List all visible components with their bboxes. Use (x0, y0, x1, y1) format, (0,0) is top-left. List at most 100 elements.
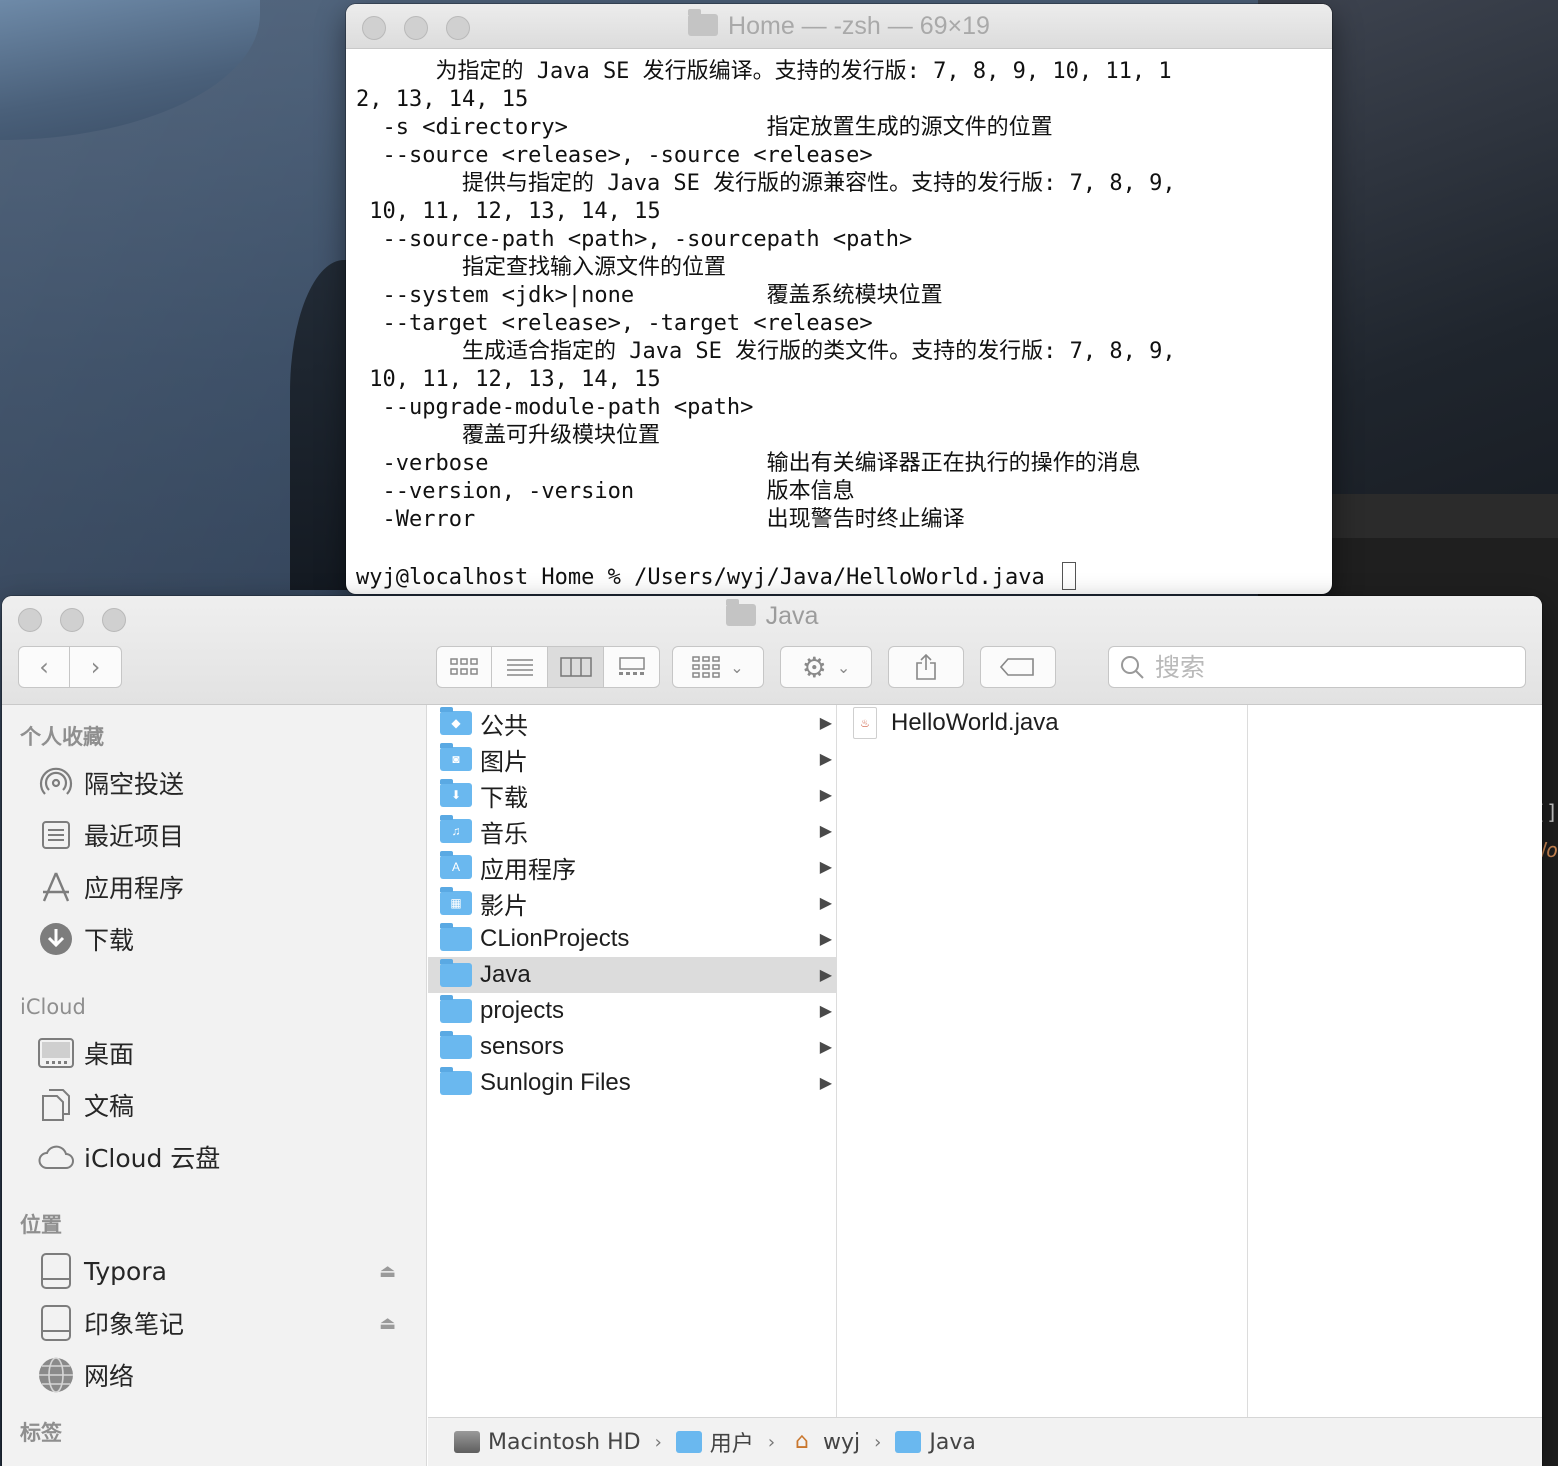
folder-row[interactable]: Sunlogin Files ▶ (428, 1065, 836, 1101)
java-file-icon: ♨ (853, 707, 877, 739)
chevron-down-icon: ⌄ (836, 657, 851, 677)
terminal-output[interactable]: 为指定的 Java SE 发行版编译。支持的发行版: 7, 8, 9, 10, … (356, 58, 1322, 594)
folder-icon (725, 599, 756, 626)
disclosure-arrow-icon: ▶ (819, 787, 832, 804)
desktop-icon (38, 1035, 74, 1071)
share-icon (916, 654, 936, 680)
gallery-view-button[interactable] (604, 646, 660, 688)
terminal-titlebar[interactable]: Home — -zsh — 69×19 (346, 4, 1332, 49)
folder-row[interactable]: ▦ 影片 ▶ (428, 885, 836, 921)
sidebar-item-desktop[interactable]: 桌面 (2, 1027, 426, 1079)
folder-row[interactable]: ⬇ 下载 ▶ (428, 777, 836, 813)
group-grid-icon (692, 656, 721, 678)
cloud-icon (38, 1139, 74, 1175)
disclosure-arrow-icon: ▶ (819, 967, 832, 984)
applications-icon (38, 869, 74, 905)
sidebar-item-icloud-drive[interactable]: iCloud 云盘 (2, 1131, 426, 1183)
folder-icon (440, 1067, 472, 1095)
search-field[interactable] (1108, 646, 1526, 688)
folder-row[interactable]: Java ▶ (428, 957, 836, 993)
file-row[interactable]: ♨ HelloWorld.java (837, 705, 1247, 741)
finder-title: Java (2, 599, 1542, 631)
wallpaper-island (290, 260, 350, 590)
folder-row[interactable]: projects ▶ (428, 993, 836, 1029)
share-button[interactable] (888, 646, 964, 688)
folder-row[interactable]: CLionProjects ▶ (428, 921, 836, 957)
home-icon: ⌂ (795, 1429, 809, 1454)
folder-icon (440, 1031, 472, 1059)
path-item-users[interactable]: 用户 (675, 1426, 754, 1458)
sidebar-item-label: 应用程序 (84, 874, 185, 903)
terminal-line: 10, 11, 12, 13, 14, 15 (356, 199, 661, 224)
columns-icon (559, 657, 592, 677)
folder-name: sensors (480, 1033, 565, 1060)
finder-toolbar[interactable]: Java ‹ › ⌄ ⚙ ⌄ (2, 596, 1542, 705)
sidebar-item-network[interactable]: 网络 (2, 1349, 426, 1401)
path-item-wyj[interactable]: ⌂ wyj (789, 1430, 860, 1455)
column-java[interactable]: ♨ HelloWorld.java (837, 705, 1248, 1418)
terminal-line: --system <jdk>|none 覆盖系统模块位置 (356, 283, 943, 308)
disclosure-arrow-icon: ▶ (819, 1003, 832, 1020)
icon-view-button[interactable] (436, 646, 492, 688)
folder-icon: A (440, 851, 472, 879)
sidebar-item-airdrop[interactable]: 隔空投送 (2, 757, 426, 809)
folder-row[interactable]: ◙ 图片 ▶ (428, 741, 836, 777)
sidebar-item-applications[interactable]: 应用程序 (2, 861, 426, 913)
terminal-line: --target <release>, -target <release> (356, 311, 873, 336)
recents-icon (38, 817, 74, 853)
folder-row[interactable]: sensors ▶ (428, 1029, 836, 1065)
folder-icon (440, 995, 472, 1023)
group-by-button[interactable]: ⌄ (672, 646, 764, 688)
back-button[interactable]: ‹ (18, 646, 70, 688)
disclosure-arrow-icon: ▶ (819, 1039, 832, 1056)
folder-icon: ▦ (440, 887, 472, 915)
folder-row[interactable]: A 应用程序 ▶ (428, 849, 836, 885)
sidebar-section-tags: 标签 (20, 1421, 62, 1445)
folder-row[interactable]: ◆ 公共 ▶ (428, 705, 836, 741)
gallery-icon (618, 657, 645, 675)
folder-row[interactable]: ♫ 音乐 ▶ (428, 813, 836, 849)
terminal-line: 指定查找输入源文件的位置 (356, 255, 726, 280)
terminal-line: 10, 11, 12, 13, 14, 15 (356, 367, 661, 392)
column-view-button[interactable] (548, 646, 604, 688)
column-home[interactable]: ◆ 公共 ▶ ◙ 图片 ▶ ⬇ 下载 ▶ ♫ 音乐 ▶ A 应用程序 ▶ ▦ 影片 ▶ CLionProjects ▶… (428, 705, 837, 1418)
folder-name: Sunlogin Files (480, 1069, 631, 1096)
terminal-line: -verbose 输出有关编译器正在执行的操作的消息 (356, 451, 1141, 476)
terminal-window[interactable]: Home — -zsh — 69×19 为指定的 Java SE 发行版编译。支… (346, 4, 1332, 594)
path-item-java[interactable]: Java (895, 1430, 976, 1455)
list-view-button[interactable] (492, 646, 548, 688)
disclosure-arrow-icon: ▶ (819, 751, 832, 768)
finder-window[interactable]: Java ‹ › ⌄ ⚙ ⌄ 搜索 个人收藏 隔空投送 最近项目 应用程序 下载… (2, 596, 1542, 1466)
terminal-line: --source-path <path>, -sourcepath <path> (356, 227, 913, 252)
terminal-line: -Werror 出现警告时终止编译 (356, 507, 965, 532)
sidebar-item-label: iCloud 云盘 (84, 1144, 221, 1173)
forward-button[interactable]: › (70, 646, 122, 688)
sidebar-item-typora[interactable]: Typora ⏏ (2, 1245, 426, 1297)
sidebar-item-evernote[interactable]: 印象笔记 ⏏ (2, 1297, 426, 1349)
terminal-prompt[interactable]: wyj@localhost Home % /Users/wyj/Java/Hel… (356, 565, 1058, 590)
terminal-title-text: Home — -zsh — 69×19 (728, 12, 990, 40)
gear-icon: ⚙ (801, 650, 827, 684)
eject-icon[interactable]: ⏏ (379, 1313, 396, 1334)
folder-icon (440, 923, 472, 951)
path-label: Macintosh HD (488, 1429, 641, 1455)
disclosure-arrow-icon: ▶ (819, 823, 832, 840)
action-menu-button[interactable]: ⚙ ⌄ (780, 646, 872, 688)
folder-icon (440, 959, 472, 987)
folder-icon: ♫ (440, 815, 472, 843)
path-item-macintosh-hd[interactable]: Macintosh HD (454, 1430, 641, 1455)
folder-name: CLionProjects (480, 925, 630, 952)
terminal-line: -s <directory> 指定放置生成的源文件的位置 (356, 115, 1053, 140)
eject-icon[interactable]: ⏏ (379, 1261, 396, 1282)
sidebar-item-documents[interactable]: 文稿 (2, 1079, 426, 1131)
sidebar-item-downloads[interactable]: 下载 (2, 913, 426, 965)
folder-name: 音乐 (480, 820, 528, 848)
disk-icon (38, 1305, 74, 1341)
tags-button[interactable] (980, 646, 1056, 688)
terminal-cursor (1062, 562, 1076, 590)
chevron-right-icon: › (767, 1431, 776, 1453)
sidebar-item-recents[interactable]: 最近项目 (2, 809, 426, 861)
folder-name: 下载 (480, 784, 528, 812)
search-input[interactable] (1153, 651, 1497, 683)
